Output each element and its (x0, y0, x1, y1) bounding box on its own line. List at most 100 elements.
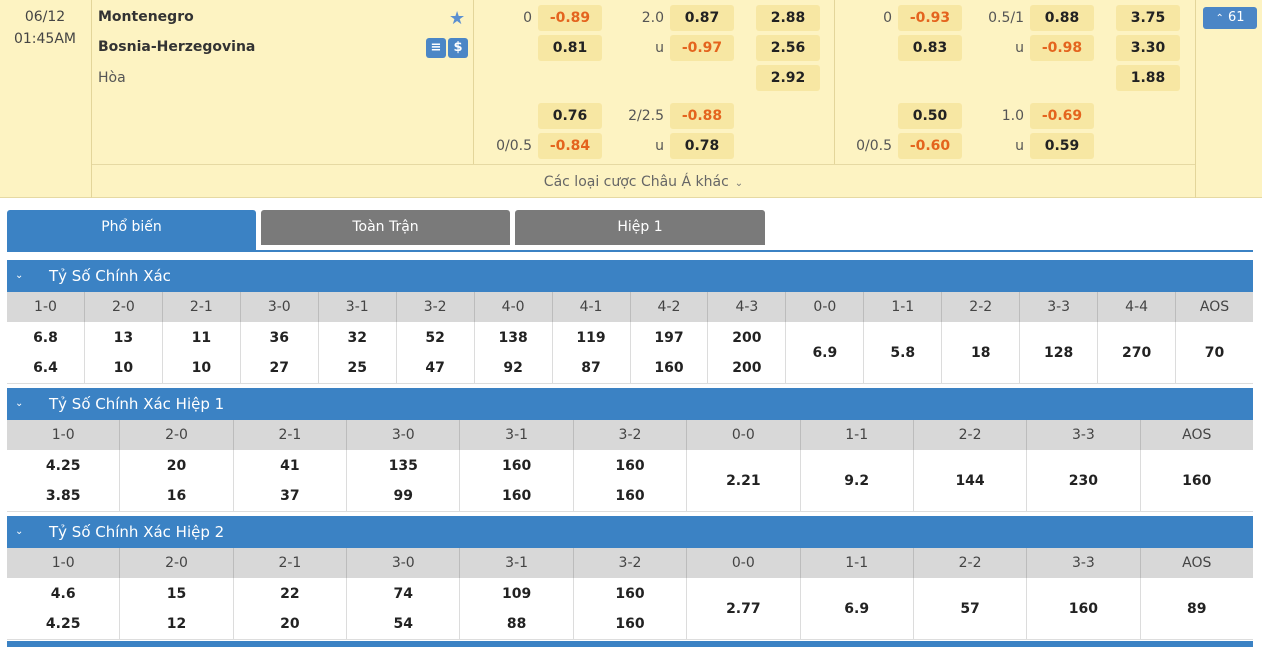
odds-home-value[interactable]: 160 (574, 456, 686, 476)
odds-cell[interactable]: 70 (1176, 322, 1253, 383)
odds-value[interactable]: 6.9 (786, 343, 863, 363)
ft-under-1[interactable]: -0.97 (670, 35, 734, 61)
odds-home-value[interactable]: 4.25 (7, 456, 119, 476)
ft-over-1[interactable]: 0.87 (670, 5, 734, 31)
ft-hdp-away-2[interactable]: -0.84 (538, 133, 602, 159)
odds-value[interactable]: 160 (1027, 599, 1139, 619)
odds-cell[interactable]: 18 (942, 322, 1021, 383)
ft-hdp-home-1[interactable]: -0.89 (538, 5, 602, 31)
odds-cell[interactable]: 89 (1141, 578, 1253, 639)
odds-away-value[interactable]: 12 (120, 614, 232, 634)
dollar-icon[interactable]: $ (448, 38, 468, 58)
odds-cell[interactable]: 57 (914, 578, 1028, 639)
correct-score-h2-header[interactable]: ⌄ Tỷ Số Chính Xác Hiệp 2 (7, 516, 1253, 548)
odds-cell[interactable]: 144 (914, 450, 1028, 511)
odds-away-value[interactable]: 16 (120, 486, 232, 506)
odds-cell[interactable]: 22 20 (234, 578, 348, 639)
odds-value[interactable]: 18 (942, 343, 1019, 363)
odds-value[interactable]: 6.9 (801, 599, 913, 619)
h1-1x2-away[interactable]: 3.30 (1116, 35, 1180, 61)
odds-home-value[interactable]: 160 (460, 456, 572, 476)
odds-home-value[interactable]: 109 (460, 584, 572, 604)
odds-away-value[interactable]: 4.25 (7, 614, 119, 634)
away-team[interactable]: Bosnia-Herzegovina (98, 39, 255, 55)
home-team[interactable]: Montenegro (98, 9, 194, 25)
odds-cell[interactable]: 41 37 (234, 450, 348, 511)
odds-cell[interactable]: 74 54 (347, 578, 461, 639)
odds-cell[interactable]: 11 10 (163, 322, 241, 383)
odds-away-value[interactable]: 6.4 (7, 358, 84, 378)
ft-1x2-away[interactable]: 2.56 (756, 35, 820, 61)
odds-home-value[interactable]: 138 (475, 328, 552, 348)
h1-hdp-home-2[interactable]: 0.50 (898, 103, 962, 129)
more-markets-button[interactable]: ⌃ 61 (1203, 7, 1257, 29)
odds-cell[interactable]: 160 160 (460, 450, 574, 511)
h1-hdp-home-1[interactable]: -0.93 (898, 5, 962, 31)
ft-under-2[interactable]: 0.78 (670, 133, 734, 159)
correct-score-header[interactable]: ⌄ Tỷ Số Chính Xác (7, 260, 1253, 292)
odds-home-value[interactable]: 119 (553, 328, 630, 348)
odds-away-value[interactable]: 160 (631, 358, 708, 378)
odds-away-value[interactable]: 10 (163, 358, 240, 378)
odds-cell[interactable]: 135 99 (347, 450, 461, 511)
ft-over-2[interactable]: -0.88 (670, 103, 734, 129)
odds-home-value[interactable]: 200 (708, 328, 785, 348)
odds-away-value[interactable]: 37 (234, 486, 346, 506)
odds-cell[interactable]: 6.9 (786, 322, 865, 383)
odds-cell[interactable]: 119 87 (553, 322, 631, 383)
odds-home-value[interactable]: 41 (234, 456, 346, 476)
more-asian-bets-link[interactable]: Các loại cược Châu Á khác ⌄ (92, 164, 1195, 198)
h1-over-2[interactable]: -0.69 (1030, 103, 1094, 129)
tab-popular[interactable]: Phổ biến (7, 210, 256, 252)
ft-hdp-away-1[interactable]: 0.81 (538, 35, 602, 61)
odds-home-value[interactable]: 36 (241, 328, 318, 348)
star-icon[interactable]: ★ (449, 10, 465, 28)
chevron-down-icon[interactable]: ⌄ (15, 260, 23, 292)
odds-cell[interactable]: 138 92 (475, 322, 553, 383)
h1-hdp-away-1[interactable]: 0.83 (898, 35, 962, 61)
odds-value[interactable]: 230 (1027, 471, 1139, 491)
odds-away-value[interactable]: 92 (475, 358, 552, 378)
odds-value[interactable]: 144 (914, 471, 1026, 491)
odds-value[interactable]: 270 (1098, 343, 1175, 363)
stats-icon[interactable]: ≡ (426, 38, 446, 58)
odds-away-value[interactable]: 160 (460, 486, 572, 506)
ft-1x2-draw[interactable]: 2.92 (756, 65, 820, 91)
odds-value[interactable]: 70 (1176, 343, 1253, 363)
odds-away-value[interactable]: 160 (574, 614, 686, 634)
h1-1x2-home[interactable]: 3.75 (1116, 5, 1180, 31)
odds-cell[interactable]: 128 (1020, 322, 1099, 383)
odds-cell[interactable]: 15 12 (120, 578, 234, 639)
odds-cell[interactable]: 52 47 (397, 322, 475, 383)
odds-away-value[interactable]: 20 (234, 614, 346, 634)
odds-value[interactable]: 89 (1141, 599, 1253, 619)
h1-over-1[interactable]: 0.88 (1030, 5, 1094, 31)
ft-1x2-home[interactable]: 2.88 (756, 5, 820, 31)
odds-home-value[interactable]: 11 (163, 328, 240, 348)
odds-home-value[interactable]: 197 (631, 328, 708, 348)
odds-home-value[interactable]: 13 (85, 328, 162, 348)
odds-away-value[interactable]: 160 (574, 486, 686, 506)
odds-away-value[interactable]: 54 (347, 614, 459, 634)
odds-cell[interactable]: 270 (1098, 322, 1177, 383)
odds-value[interactable]: 160 (1141, 471, 1253, 491)
h1-under-2[interactable]: 0.59 (1030, 133, 1094, 159)
correct-score-h1-header[interactable]: ⌄ Tỷ Số Chính Xác Hiệp 1 (7, 388, 1253, 420)
h1-hdp-away-2[interactable]: -0.60 (898, 133, 962, 159)
odds-cell[interactable]: 9.2 (801, 450, 914, 511)
odds-away-value[interactable]: 87 (553, 358, 630, 378)
odds-cell[interactable]: 13 10 (85, 322, 163, 383)
tab-first-half[interactable]: Hiệp 1 (515, 210, 765, 245)
odds-away-value[interactable]: 47 (397, 358, 474, 378)
odds-away-value[interactable]: 88 (460, 614, 572, 634)
odds-home-value[interactable]: 74 (347, 584, 459, 604)
odds-cell[interactable]: 6.9 (801, 578, 914, 639)
odds-value[interactable]: 2.77 (687, 599, 799, 619)
odds-value[interactable]: 9.2 (801, 471, 913, 491)
odds-cell[interactable]: 200 200 (708, 322, 787, 383)
h1-under-1[interactable]: -0.98 (1030, 35, 1094, 61)
odds-cell[interactable]: 109 88 (460, 578, 574, 639)
chevron-down-icon[interactable]: ⌄ (15, 388, 23, 420)
odds-value[interactable]: 128 (1020, 343, 1097, 363)
odds-cell[interactable]: 20 16 (120, 450, 234, 511)
